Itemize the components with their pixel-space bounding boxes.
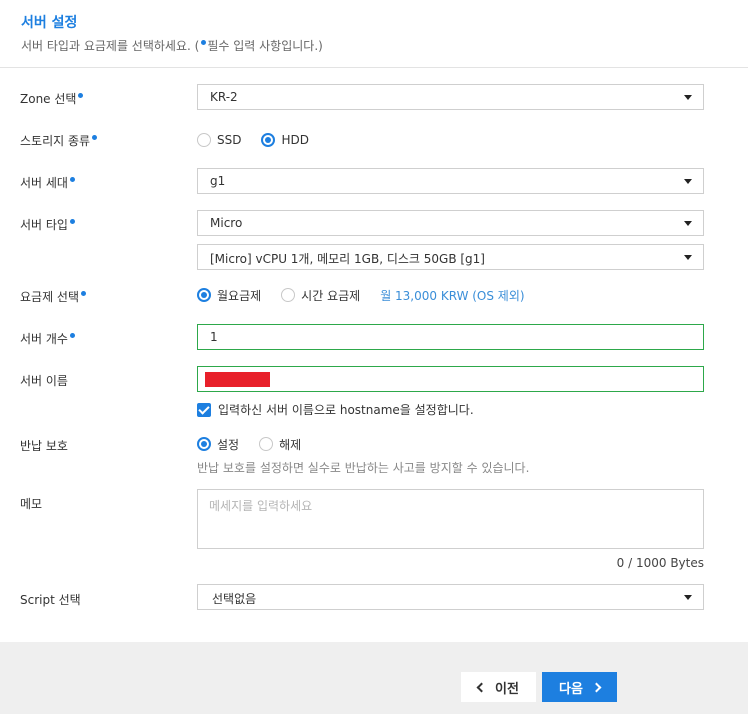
hostname-checkbox-row[interactable]: 입력하신 서버 이름으로 hostname을 설정합니다. xyxy=(197,401,474,418)
storage-radio-hdd-label: HDD xyxy=(281,133,309,147)
chevron-right-icon xyxy=(591,682,602,692)
memo-textarea[interactable]: 메세지를 입력하세요 xyxy=(197,489,704,549)
checkbox-checked-icon[interactable] xyxy=(197,402,211,417)
plan-radio-monthly[interactable]: 월요금제 xyxy=(197,287,261,304)
storage-radio-group: SSD HDD xyxy=(197,131,329,149)
prev-button-label: 이전 xyxy=(495,681,519,697)
required-dot-icon xyxy=(69,177,75,182)
plan-radio-hourly[interactable]: 시간 요금제 xyxy=(281,287,360,304)
server-type-select[interactable]: Micro xyxy=(197,210,704,236)
storage-radio-ssd[interactable]: SSD xyxy=(197,133,241,147)
plan-radio-group: 월요금제 시간 요금제 월 13,000 KRW (OS 제외) xyxy=(197,286,525,304)
zone-select[interactable]: KR-2 xyxy=(197,84,704,110)
plan-radio-monthly-label: 월요금제 xyxy=(217,288,262,303)
return-protection-radio-on[interactable]: 설정 xyxy=(197,436,239,453)
required-dot-icon xyxy=(69,219,75,224)
chevron-left-icon xyxy=(476,682,487,692)
memo-placeholder: 메세지를 입력하세요 xyxy=(209,499,313,513)
radio-circle-icon xyxy=(261,133,276,147)
zone-label: Zone 선택 xyxy=(20,90,84,107)
return-protection-radio-off-label: 해제 xyxy=(279,437,302,452)
next-button[interactable]: 다음 xyxy=(542,672,617,702)
plan-radio-hourly-label: 시간 요금제 xyxy=(301,288,361,303)
script-select[interactable]: 선택없음 xyxy=(197,584,704,610)
required-dot-icon xyxy=(92,135,98,140)
required-dot-icon xyxy=(69,333,75,338)
return-protection-radio-on-label: 설정 xyxy=(217,437,240,452)
server-name-input[interactable] xyxy=(197,366,704,392)
caret-down-icon xyxy=(684,95,692,100)
plan-price: 월 13,000 KRW (OS 제외) xyxy=(380,288,525,303)
radio-circle-icon xyxy=(197,133,211,147)
subtitle-text-end: 필수 입력 사항입니다.) xyxy=(207,39,323,53)
memo-label: 메모 xyxy=(20,497,43,511)
page-title: 서버 설정 xyxy=(21,15,78,31)
return-protection-label: 반납 보호 xyxy=(20,439,68,453)
count-label: 서버 개수 xyxy=(20,330,76,347)
page-subtitle: 서버 타입과 요금제를 선택하세요. ( 필수 입력 사항입니다.) xyxy=(21,37,323,54)
server-type-select-value: Micro xyxy=(210,216,243,230)
return-protection-radio-group: 설정 해제 xyxy=(197,435,321,453)
caret-down-icon xyxy=(684,255,692,260)
subtitle-text: 서버 타입과 요금제를 선택하세요. ( xyxy=(21,39,200,53)
radio-circle-icon xyxy=(259,437,274,451)
script-label: Script 선택 xyxy=(20,593,81,607)
caret-down-icon xyxy=(684,221,692,226)
memo-byte-counter: 0 / 1000 Bytes xyxy=(616,556,704,570)
generation-select[interactable]: g1 xyxy=(197,168,704,194)
script-select-value: 선택없음 xyxy=(212,592,257,606)
footer-bar: 이전 다음 xyxy=(0,642,748,714)
plan-label: 요금제 선택 xyxy=(20,288,87,305)
server-spec-select-value: [Micro] vCPU 1개, 메모리 1GB, 디스크 50GB [g1] xyxy=(210,252,485,266)
storage-label: 스토리지 종류 xyxy=(20,132,98,149)
storage-radio-hdd[interactable]: HDD xyxy=(261,133,309,147)
required-dot-icon xyxy=(81,291,87,296)
hostname-checkbox-label: 입력하신 서버 이름으로 hostname을 설정합니다. xyxy=(218,403,474,417)
server-name-label: 서버 이름 xyxy=(20,374,68,388)
server-spec-select[interactable]: [Micro] vCPU 1개, 메모리 1GB, 디스크 50GB [g1] xyxy=(197,244,704,270)
return-protection-radio-off[interactable]: 해제 xyxy=(259,436,301,453)
server-type-label: 서버 타입 xyxy=(20,216,76,233)
page-header: 서버 설정 서버 타입과 요금제를 선택하세요. ( 필수 입력 사항입니다.) xyxy=(0,0,748,68)
required-dot-icon xyxy=(78,93,84,98)
generation-select-value: g1 xyxy=(210,174,226,188)
prev-button[interactable]: 이전 xyxy=(461,672,536,702)
redacted-value xyxy=(205,372,270,387)
return-protection-help: 반납 보호를 설정하면 실수로 반납하는 사고를 방지할 수 있습니다. xyxy=(197,461,530,475)
radio-circle-icon xyxy=(197,437,211,451)
next-button-label: 다음 xyxy=(559,681,583,697)
server-count-input[interactable]: 1 xyxy=(197,324,704,350)
zone-select-value: KR-2 xyxy=(210,90,238,104)
caret-down-icon xyxy=(684,595,692,600)
caret-down-icon xyxy=(684,179,692,184)
server-count-value: 1 xyxy=(210,330,218,344)
storage-radio-ssd-label: SSD xyxy=(217,133,242,147)
generation-label: 서버 세대 xyxy=(20,174,76,191)
radio-circle-icon xyxy=(197,288,211,302)
required-dot-icon xyxy=(201,40,207,45)
radio-circle-icon xyxy=(281,288,296,302)
